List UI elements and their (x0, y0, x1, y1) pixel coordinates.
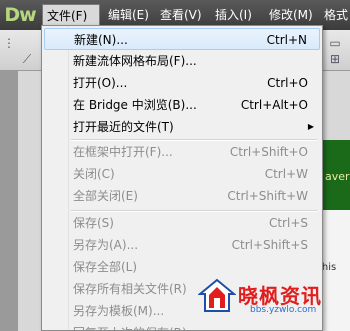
menu-item-close-all[interactable]: 全部关闭(E) Ctrl+Shift+W (44, 185, 320, 207)
dreamweaver-logo: Dw (4, 4, 36, 26)
menu-item-shortcut: Ctrl+O (267, 76, 308, 90)
menu-item-label: 全部关闭(E) (73, 189, 138, 203)
menu-item-shortcut: Ctrl+Shift+W (227, 189, 308, 203)
menu-item-label: 打开最近的文件(T) (73, 120, 174, 134)
menu-item-shortcut: Ctrl+Shift+S (231, 238, 308, 252)
menu-item-open-recent[interactable]: 打开最近的文件(T) ▶ (44, 116, 320, 138)
toolbar-grip-icon: ⋮ (3, 36, 15, 50)
menu-item-shortcut: Ctrl+N (266, 33, 307, 47)
menu-item-new[interactable]: 新建(N)... Ctrl+N (44, 28, 320, 50)
toolbar-option-icon[interactable]: ▭ (328, 36, 342, 50)
menu-item-close[interactable]: 关闭(C) Ctrl+W (44, 163, 320, 185)
menu-item-open-in-frame[interactable]: 在框架中打开(F)... Ctrl+Shift+O (44, 141, 320, 163)
code-view-icon[interactable]: ⟋ (20, 52, 34, 66)
menu-item-label: 在 Bridge 中浏览(B)... (73, 98, 197, 112)
menu-item-label: 另存为模板(M)... (73, 304, 165, 318)
menu-file[interactable]: 文件(F) (42, 4, 100, 26)
menu-item-save-as[interactable]: 另存为(A)... Ctrl+Shift+S (44, 234, 320, 256)
menu-item-label: 另存为(A)... (73, 238, 139, 252)
menu-item-shortcut: Ctrl+Shift+O (229, 145, 308, 159)
menu-bar: 文件(F) 编辑(E) 查看(V) 插入(I) 修改(M) 格式 (40, 4, 350, 26)
menu-item-browse-in-bridge[interactable]: 在 Bridge 中浏览(B)... Ctrl+Alt+O (44, 94, 320, 116)
menu-item-open[interactable]: 打开(O)... Ctrl+O (44, 72, 320, 94)
toolbar-option-icon-2[interactable]: ⊞ (328, 52, 342, 66)
menu-item-label: 关闭(C) (73, 167, 115, 181)
watermark-house-icon (198, 278, 236, 312)
watermark: 晓枫资讯 bbs.yzwlo.com (198, 276, 348, 331)
menu-item-label: 新建(N)... (74, 33, 128, 47)
banner-text: aver (325, 170, 350, 183)
menu-item-label: 新建流体网格布局(F)... (73, 54, 197, 68)
menu-item-label: 保存全部(L) (73, 260, 138, 274)
menu-view[interactable]: 查看(V) (156, 4, 206, 26)
menu-item-save[interactable]: 保存(S) Ctrl+S (44, 212, 320, 234)
menu-item-save-all[interactable]: 保存全部(L) (44, 256, 320, 278)
menu-insert[interactable]: 插入(I) (211, 4, 256, 26)
menu-item-shortcut: Ctrl+W (264, 167, 308, 181)
menu-item-label: 在框架中打开(F)... (73, 145, 173, 159)
submenu-arrow-icon: ▶ (307, 122, 314, 131)
menu-item-label: 回复至上次的保存(R) (73, 322, 187, 330)
left-panel-strip (0, 71, 18, 331)
menu-item-label: 保存所有相关文件(R) (73, 282, 187, 296)
menu-item-shortcut: Ctrl+S (268, 216, 308, 230)
menu-item-label: 打开(O)... (73, 76, 128, 90)
menu-format[interactable]: 格式 (320, 4, 350, 26)
menu-item-new-fluid-grid[interactable]: 新建流体网格布局(F)... (44, 50, 320, 72)
watermark-url: bbs.yzwlo.com (250, 305, 317, 315)
menu-edit[interactable]: 编辑(E) (104, 4, 153, 26)
menu-modify[interactable]: 修改(M) (265, 4, 317, 26)
menu-item-shortcut: Ctrl+Alt+O (240, 98, 308, 112)
menu-item-label: 保存(S) (73, 216, 114, 230)
